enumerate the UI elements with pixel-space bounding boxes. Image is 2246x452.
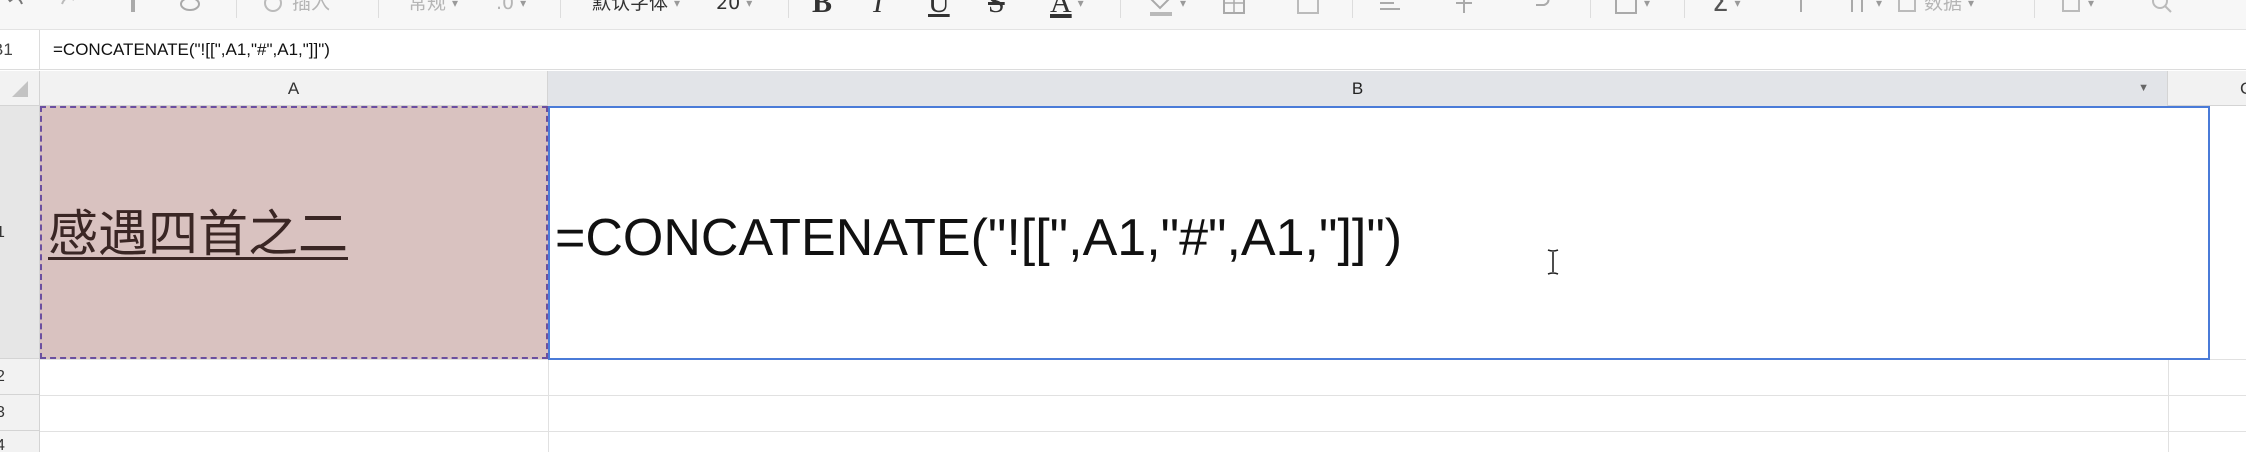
row-header-4[interactable]: 4 xyxy=(0,431,40,452)
data-menu-label: 数据 xyxy=(1924,0,1963,14)
chevron-down-icon: ▾ xyxy=(1876,0,1883,10)
column-menu-icon[interactable]: ▼ xyxy=(2138,71,2149,106)
wrap-text-button[interactable] xyxy=(1528,0,1552,18)
sort-button[interactable]: ▾ xyxy=(1846,0,1882,18)
redo-button[interactable] xyxy=(58,0,80,18)
merge-cells-icon xyxy=(1297,0,1319,14)
italic-button[interactable]: I xyxy=(873,0,883,18)
merge-cells-button[interactable] xyxy=(1296,0,1320,18)
row-header-1[interactable]: 1 xyxy=(0,106,40,359)
font-size-value: 20 xyxy=(716,0,741,14)
freeze-icon xyxy=(1615,0,1637,14)
row-header-1-label: 1 xyxy=(0,224,5,242)
cell-b1-value: =CONCATENATE("![[",A1,"#",A1,"]]") xyxy=(555,209,1403,267)
export-icon xyxy=(2062,0,2080,12)
column-header-a[interactable]: A xyxy=(40,71,548,106)
select-all-icon xyxy=(12,81,28,97)
column-header-b-label: B xyxy=(1351,79,1364,98)
font-color-button[interactable]: A ▾ xyxy=(1050,0,1084,18)
number-format-select[interactable]: 常规 ▾ xyxy=(408,0,458,18)
chevron-down-icon: ▾ xyxy=(1180,0,1187,10)
underline-icon: U xyxy=(928,0,950,19)
column-header-bar: A B ▼ C xyxy=(0,71,2246,106)
undo-icon xyxy=(8,0,23,5)
format-painter-icon xyxy=(131,0,135,12)
font-family-select[interactable]: 默认字体 ▾ xyxy=(592,0,680,18)
chevron-down-icon: ▾ xyxy=(746,0,753,10)
search-icon xyxy=(2152,0,2172,13)
cell-a1[interactable]: 感遇四首之二 xyxy=(40,106,548,359)
font-family-value: 默认字体 xyxy=(592,0,669,14)
format-painter-button[interactable] xyxy=(125,0,141,18)
column-header-c[interactable]: C xyxy=(2168,71,2246,106)
border-icon xyxy=(1223,0,1245,14)
row-header-3[interactable]: 3 xyxy=(0,395,40,431)
align-vertical-button[interactable] xyxy=(1452,0,1476,18)
chevron-down-icon: ▾ xyxy=(1077,0,1084,10)
chevron-down-icon: ▾ xyxy=(452,0,459,10)
filter-icon xyxy=(1800,0,1802,12)
column-header-b[interactable]: B ▼ xyxy=(548,71,2168,106)
row-divider xyxy=(40,395,2246,396)
chevron-down-icon: ▾ xyxy=(2088,0,2095,10)
row-header-2-label: 2 xyxy=(0,368,5,386)
decimal-button[interactable]: .0 ▾ xyxy=(496,0,526,18)
fill-color-icon xyxy=(1150,0,1172,16)
underline-button[interactable]: U xyxy=(928,0,950,18)
data-icon xyxy=(1898,0,1916,12)
strikethrough-icon: S xyxy=(988,0,1005,19)
fill-color-button[interactable]: ▾ xyxy=(1148,0,1186,18)
cell-b1[interactable]: =CONCATENATE("![[",A1,"#",A1,"]]") xyxy=(548,106,2210,360)
row-header-4-label: 4 xyxy=(0,437,5,452)
formula-input[interactable]: =CONCATENATE("![[",A1,"#",A1,"]]") xyxy=(53,30,330,70)
eraser-icon xyxy=(180,0,200,11)
cell-a1-value: 感遇四首之二 xyxy=(48,205,348,263)
chevron-down-icon: ▾ xyxy=(1734,0,1741,10)
clear-format-button[interactable] xyxy=(178,0,202,18)
export-button[interactable]: ▾ xyxy=(2060,0,2094,18)
spreadsheet-grid: 感遇四首之二 =CONCATENATE("![[",A1,"#",A1,"]]"… xyxy=(40,106,2246,452)
sum-button[interactable]: Σ ▾ xyxy=(1712,0,1740,18)
freeze-button[interactable]: ▾ xyxy=(1614,0,1650,18)
column-divider xyxy=(548,359,549,452)
number-format-value: 常规 xyxy=(408,0,447,14)
strikethrough-button[interactable]: S xyxy=(988,0,1005,18)
ibeam-cursor-icon xyxy=(1547,249,1559,275)
row-header-2[interactable]: 2 xyxy=(0,359,40,395)
chevron-down-icon: ▾ xyxy=(674,0,681,10)
search-button[interactable] xyxy=(2150,0,2174,18)
align-middle-icon xyxy=(1456,0,1472,13)
undo-button[interactable] xyxy=(4,0,26,18)
font-color-icon: A xyxy=(1050,0,1072,19)
wrap-text-icon xyxy=(1536,0,1550,6)
insert-label: 插入 xyxy=(292,0,331,14)
filter-button[interactable] xyxy=(1790,0,1812,18)
chevron-down-icon: ▾ xyxy=(520,0,527,10)
insert-icon xyxy=(264,0,282,12)
font-size-select[interactable]: 20 ▾ xyxy=(716,0,752,18)
bold-icon: B xyxy=(812,0,833,19)
italic-icon: I xyxy=(873,0,883,19)
formula-bar: B1 =CONCATENATE("![[",A1,"#",A1,"]]") xyxy=(0,30,2246,70)
align-horizontal-button[interactable] xyxy=(1378,0,1402,18)
column-divider xyxy=(2168,359,2169,452)
toolbar: 插入 常规 ▾ .0 ▾ 默认字体 ▾ 20 ▾ B I U S A ▾ ▾ ▾… xyxy=(0,0,2246,30)
decimal-icon: .0 xyxy=(496,0,515,14)
sort-icon xyxy=(1851,0,1863,12)
data-menu-button[interactable]: 数据 ▾ xyxy=(1896,0,1974,18)
sigma-icon: Σ xyxy=(1712,0,1729,18)
name-box[interactable]: B1 xyxy=(0,30,40,70)
redo-icon xyxy=(61,0,74,5)
chevron-down-icon: ▾ xyxy=(1644,0,1651,10)
row-header-3-label: 3 xyxy=(0,404,5,422)
chevron-down-icon: ▾ xyxy=(1968,0,1975,10)
align-left-icon xyxy=(1380,2,1400,10)
insert-button[interactable]: 插入 xyxy=(262,0,330,18)
select-all-button[interactable] xyxy=(0,71,40,106)
bold-button[interactable]: B xyxy=(812,0,832,18)
border-button[interactable] xyxy=(1222,0,1246,18)
row-divider xyxy=(40,431,2246,432)
